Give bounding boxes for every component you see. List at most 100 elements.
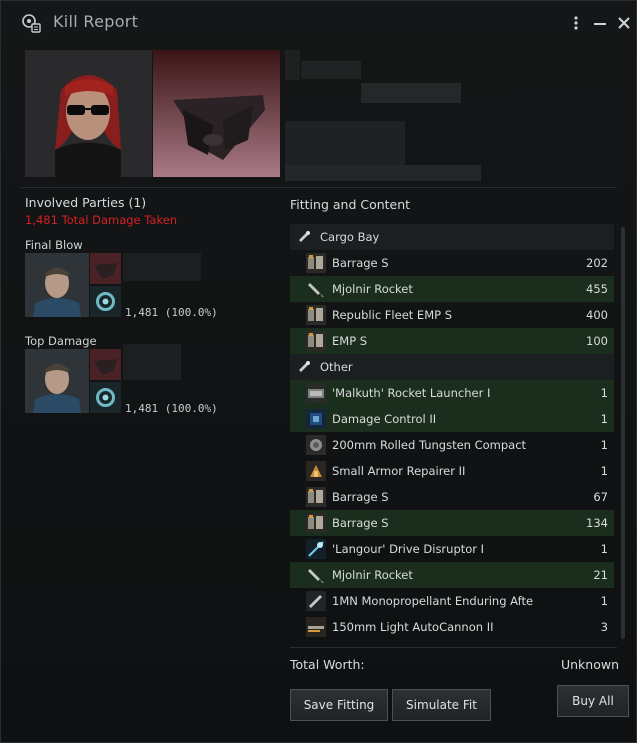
section-header[interactable]: Other	[290, 354, 614, 380]
buy-all-button[interactable]: Buy All	[557, 685, 629, 717]
options-menu-icon[interactable]	[567, 13, 585, 33]
autocannon-icon	[306, 617, 326, 637]
fitting-item-row[interactable]: 200mm Rolled Tungsten Compact 1	[290, 432, 614, 458]
item-quantity: 1	[600, 412, 608, 426]
top-damage-label: Top Damage	[25, 334, 97, 348]
fitting-item-row[interactable]: EMP S 100	[290, 328, 614, 354]
item-name: Barrage S	[332, 490, 389, 504]
item-name: Damage Control II	[332, 412, 437, 426]
fitting-item-row[interactable]: 1MN Monopropellant Enduring Afte 1	[290, 588, 614, 614]
total-worth-label: Total Worth:	[290, 657, 365, 672]
damage-control-icon	[306, 409, 326, 429]
top-damage-weapon-icon[interactable]	[90, 382, 121, 413]
final-blow-portrait[interactable]	[25, 253, 89, 317]
item-quantity: 400	[586, 308, 608, 322]
victim-details-blur	[285, 165, 481, 181]
divider	[290, 647, 617, 648]
ammo-icon	[306, 513, 326, 533]
fitting-item-row[interactable]: Mjolnir Rocket 21	[290, 562, 614, 588]
item-name: Mjolnir Rocket	[332, 282, 413, 296]
victim-name-blur	[301, 61, 361, 79]
disruptor-icon	[306, 539, 326, 559]
fitting-title: Fitting and Content	[290, 197, 411, 212]
item-name: Small Armor Repairer II	[332, 464, 466, 478]
minimize-icon[interactable]	[591, 13, 609, 33]
top-damage-ship-icon[interactable]	[90, 349, 121, 380]
involved-parties-heading: Involved Parties (1)	[25, 195, 147, 210]
item-name: 'Malkuth' Rocket Launcher I	[332, 386, 491, 400]
fitting-list: Cargo Bay Barrage S 202 Mjolnir Rocket 455 Re…	[290, 224, 614, 644]
fitting-scrollbar[interactable]	[621, 227, 625, 639]
window-title: Kill Report	[53, 12, 139, 31]
item-quantity: 455	[586, 282, 608, 296]
top-damage-portrait[interactable]	[25, 349, 89, 413]
item-name: Barrage S	[332, 256, 389, 270]
top-damage-damage: 1,481 (100.0%)	[125, 402, 218, 415]
item-quantity: 1	[600, 464, 608, 478]
section-header[interactable]: Cargo Bay	[290, 224, 614, 250]
title-bar[interactable]: Kill Report	[1, 1, 637, 45]
item-quantity: 134	[586, 516, 608, 530]
section-label: Cargo Bay	[320, 230, 380, 244]
ammo-icon	[306, 331, 326, 351]
item-quantity: 202	[586, 256, 608, 270]
section-label: Other	[320, 360, 353, 374]
item-name: 200mm Rolled Tungsten Compact	[332, 438, 527, 452]
item-quantity: 21	[593, 568, 608, 582]
item-quantity: 1	[600, 594, 608, 608]
item-name: 'Langour' Drive Disruptor I	[332, 542, 485, 556]
victim-corp-blur	[361, 83, 461, 103]
final-blow-name-blur	[123, 253, 201, 281]
ammo-icon	[306, 305, 326, 325]
rocket-icon	[306, 279, 326, 299]
item-name: EMP S	[332, 334, 368, 348]
item-name: 1MN Monopropellant Enduring Afte	[332, 594, 534, 608]
kill-report-icon	[22, 14, 41, 33]
item-quantity: 3	[600, 620, 608, 634]
fitting-item-row[interactable]: Damage Control II 1	[290, 406, 614, 432]
close-icon[interactable]	[615, 13, 633, 33]
total-damage-taken: 1,481 Total Damage Taken	[25, 213, 178, 227]
final-blow-ship-icon[interactable]	[90, 253, 121, 284]
fitting-item-row[interactable]: 150mm Light AutoCannon II 3	[290, 614, 614, 640]
cargo-icon	[296, 359, 312, 375]
kill-report-window: Kill Report Involved Parties (1) 1,481 T…	[0, 0, 637, 743]
item-name: 150mm Light AutoCannon II	[332, 620, 494, 634]
launcher-icon	[306, 383, 326, 403]
fitting-item-row[interactable]: Barrage S 202	[290, 250, 614, 276]
victim-ship-image[interactable]	[153, 50, 280, 177]
divider	[21, 187, 617, 188]
ammo-icon	[306, 253, 326, 273]
fitting-item-row[interactable]: Barrage S 67	[290, 484, 614, 510]
victim-name-blur	[285, 50, 300, 80]
fitting-item-row[interactable]: 'Malkuth' Rocket Launcher I 1	[290, 380, 614, 406]
item-quantity: 1	[600, 542, 608, 556]
total-worth-value: Unknown	[560, 657, 619, 672]
rocket-icon	[306, 565, 326, 585]
fitting-item-row[interactable]: Small Armor Repairer II 1	[290, 458, 614, 484]
fitting-item-row[interactable]: Republic Fleet EMP S 400	[290, 302, 614, 328]
final-blow-damage: 1,481 (100.0%)	[125, 306, 218, 319]
final-blow-weapon-icon[interactable]	[90, 286, 121, 317]
simulate-fit-button[interactable]: Simulate Fit	[392, 689, 491, 721]
save-fitting-button[interactable]: Save Fitting	[290, 689, 388, 721]
fitting-item-row[interactable]: Mjolnir Rocket 455	[290, 276, 614, 302]
item-quantity: 100	[586, 334, 608, 348]
item-quantity: 1	[600, 438, 608, 452]
ammo-icon	[306, 487, 326, 507]
item-quantity: 1	[600, 386, 608, 400]
item-name: Republic Fleet EMP S	[332, 308, 453, 322]
repairer-icon	[306, 461, 326, 481]
item-name: Mjolnir Rocket	[332, 568, 413, 582]
item-quantity: 67	[593, 490, 608, 504]
fitting-item-row[interactable]: 'Langour' Drive Disruptor I 1	[290, 536, 614, 562]
final-blow-label: Final Blow	[25, 238, 83, 252]
victim-portrait[interactable]	[25, 50, 152, 177]
cargo-icon	[296, 229, 312, 245]
fitting-item-row[interactable]: Barrage S 134	[290, 510, 614, 536]
propulsion-icon	[306, 591, 326, 611]
top-damage-name-blur	[123, 344, 181, 380]
victim-details-blur	[285, 121, 405, 165]
item-name: Barrage S	[332, 516, 389, 530]
plate-icon	[306, 435, 326, 455]
